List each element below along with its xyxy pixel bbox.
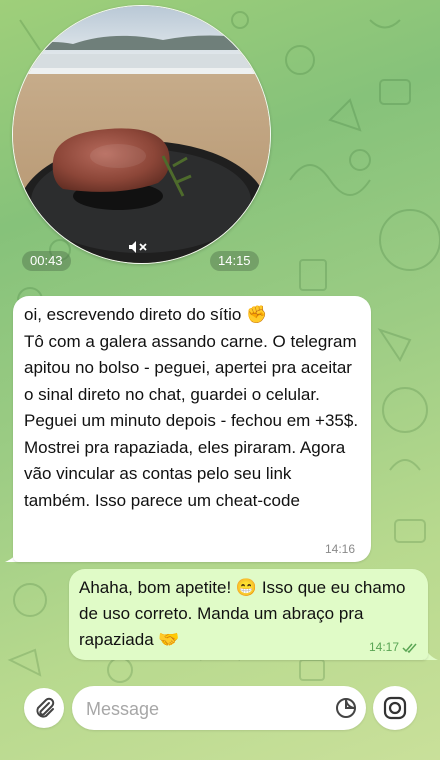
outgoing-message-bubble[interactable]: Ahaha, bom apetite! 😁 Isso que eu chamo … xyxy=(69,569,428,660)
handshake-emoji: 🤝 xyxy=(158,630,180,649)
message-input[interactable] xyxy=(84,686,328,732)
round-video-message[interactable] xyxy=(12,5,271,264)
incoming-message-bubble[interactable]: oi, escrevendo direto do sítio ✊ Tô com … xyxy=(13,296,371,562)
video-timestamp: 14:15 xyxy=(210,251,259,271)
video-duration: 00:43 xyxy=(22,251,71,271)
muted-speaker-icon[interactable] xyxy=(128,240,148,254)
grinning-emoji: 😁 xyxy=(235,578,258,597)
incoming-message-text: oi, escrevendo direto do sítio ✊ Tô com … xyxy=(24,302,361,514)
video-thumbnail xyxy=(13,6,270,263)
incoming-message-time: 14:16 xyxy=(324,542,355,556)
outgoing-message-text: Ahaha, bom apetite! 😁 Isso que eu chamo … xyxy=(79,575,418,653)
attach-button[interactable] xyxy=(24,688,64,728)
sticker-emoji-icon[interactable] xyxy=(334,696,358,720)
paperclip-icon xyxy=(36,697,55,718)
double-check-read-icon xyxy=(402,643,417,653)
outgoing-message-time: 14:17 xyxy=(368,640,399,654)
message-input-container[interactable] xyxy=(72,686,366,732)
video-note-camera-icon xyxy=(383,696,407,720)
raised-fist-emoji: ✊ xyxy=(246,305,268,324)
camera-button[interactable] xyxy=(373,686,417,730)
